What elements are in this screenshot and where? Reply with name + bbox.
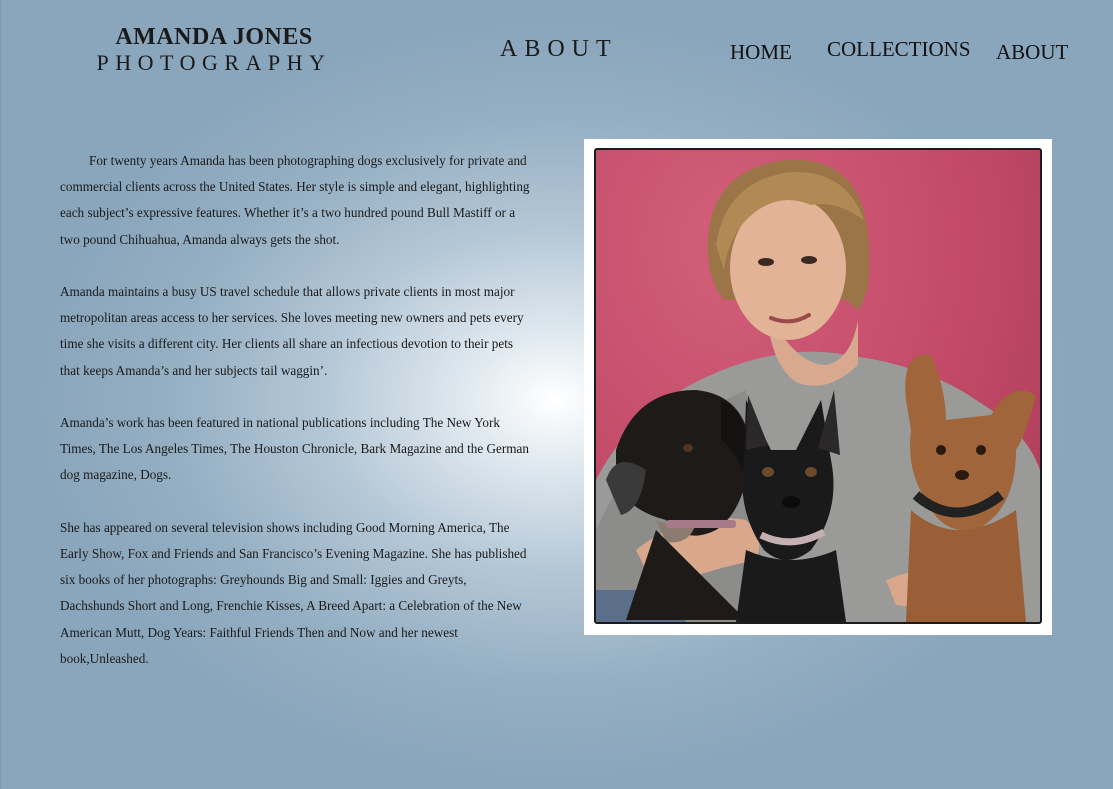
bio-paragraph: Amanda’s work has been featured in natio… (60, 415, 529, 483)
main-nav: HOME COLLECTIONS ABOUT (0, 36, 1113, 76)
nav-collections-link[interactable]: COLLECTIONS (827, 37, 971, 62)
bio-paragraph: For twenty years Amanda has been photogr… (60, 153, 530, 247)
bio-paragraph: Amanda maintains a busy US travel schedu… (60, 284, 524, 378)
bio-text: For twenty years Amanda has been photogr… (60, 148, 532, 698)
bio-paragraph: She has appeared on several television s… (60, 519, 527, 666)
nav-home-link[interactable]: HOME (730, 40, 792, 65)
portrait-illustration (596, 159, 1040, 622)
nav-about-link[interactable]: ABOUT (996, 40, 1068, 65)
photo-frame (584, 139, 1052, 635)
portrait-photo (594, 148, 1042, 624)
